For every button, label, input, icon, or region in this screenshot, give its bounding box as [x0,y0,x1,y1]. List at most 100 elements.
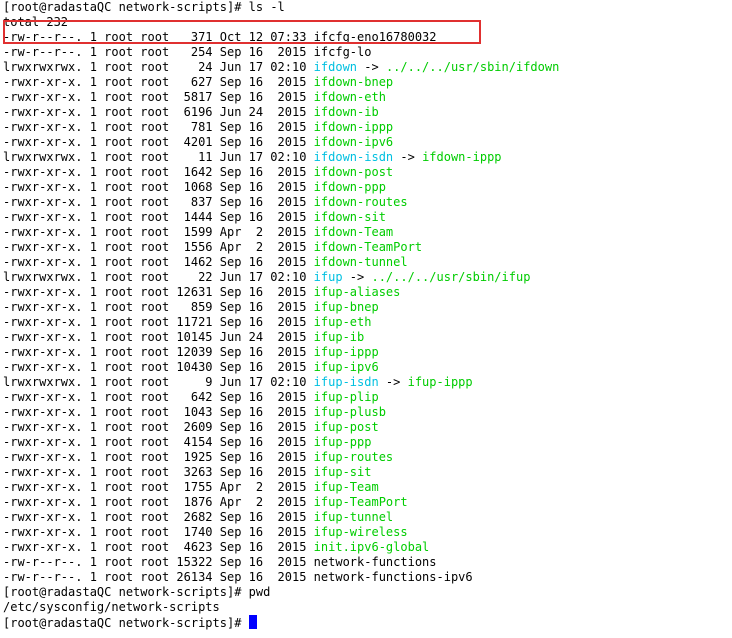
file-metadata: -rwxr-xr-x. 1 root root 1556 Apr 2 2015 [3,240,314,254]
list-item: -rwxr-xr-x. 1 root root 2682 Sep 16 2015… [3,510,732,525]
list-item: -rwxr-xr-x. 1 root root 5817 Sep 16 2015… [3,90,732,105]
file-name: ifup-ippp [313,345,379,359]
file-name: ifup-TeamPort [313,495,408,509]
file-metadata: lrwxrwxrwx. 1 root root 9 Jun 17 02:10 [3,375,314,389]
file-name: ifdown-ipv6 [313,135,394,149]
file-name: ifdown-post [313,165,394,179]
file-name: ifdown-ppp [313,180,386,194]
file-metadata: -rwxr-xr-x. 1 root root 781 Sep 16 2015 [3,120,314,134]
list-item: -rwxr-xr-x. 1 root root 1876 Apr 2 2015 … [3,495,732,510]
shell-prompt: [root@radastaQC network-scripts]# [3,585,249,599]
list-item: -rwxr-xr-x. 1 root root 1556 Apr 2 2015 … [3,240,732,255]
list-item: lrwxrwxrwx. 1 root root 9 Jun 17 02:10 i… [3,375,732,390]
file-metadata: -rwxr-xr-x. 1 root root 5817 Sep 16 2015 [3,90,314,104]
link-arrow: -> [342,270,372,284]
file-name: ifup-isdn [313,375,379,389]
file-metadata: -rwxr-xr-x. 1 root root 3263 Sep 16 2015 [3,465,314,479]
text-cursor[interactable] [248,615,257,629]
file-metadata: -rw-r--r--. 1 root root 371 Oct 12 07:33 [3,30,314,44]
file-metadata: -rwxr-xr-x. 1 root root 1068 Sep 16 2015 [3,180,314,194]
file-name: ifcfg-lo [313,45,372,59]
file-name: ifup-plip [313,390,379,404]
file-name: ifup [313,270,343,284]
file-metadata: -rwxr-xr-x. 1 root root 4154 Sep 16 2015 [3,435,314,449]
file-name: ifup-tunnel [313,510,394,524]
list-item: lrwxrwxrwx. 1 root root 22 Jun 17 02:10 … [3,270,732,285]
command-text: ls -l [248,0,285,14]
link-target: ifup-ippp [407,375,473,389]
file-metadata: -rwxr-xr-x. 1 root root 1444 Sep 16 2015 [3,210,314,224]
file-name: ifdown-eth [313,90,386,104]
file-metadata: -rwxr-xr-x. 1 root root 10145 Jun 24 201… [3,330,314,344]
file-metadata: -rwxr-xr-x. 1 root root 1462 Sep 16 2015 [3,255,314,269]
list-item: -rwxr-xr-x. 1 root root 1444 Sep 16 2015… [3,210,732,225]
file-name: ifcfg-eno16780032 [313,30,437,44]
file-metadata: -rwxr-xr-x. 1 root root 4623 Sep 16 2015 [3,540,314,554]
file-name: ifup-ppp [313,435,372,449]
file-name: ifup-routes [313,450,394,464]
prompt-line-ls: [root@radastaQC network-scripts]# ls -l [3,0,732,15]
list-item: -rwxr-xr-x. 1 root root 12631 Sep 16 201… [3,285,732,300]
file-name: ifdown-ib [313,105,379,119]
file-metadata: -rwxr-xr-x. 1 root root 837 Sep 16 2015 [3,195,314,209]
file-metadata: -rwxr-xr-x. 1 root root 12039 Sep 16 201… [3,345,314,359]
list-item: -rw-r--r--. 1 root root 254 Sep 16 2015 … [3,45,732,60]
list-item: -rw-r--r--. 1 root root 15322 Sep 16 201… [3,555,732,570]
file-name: network-functions [313,555,437,569]
file-name: ifup-Team [313,480,379,494]
file-metadata: -rwxr-xr-x. 1 root root 1642 Sep 16 2015 [3,165,314,179]
link-arrow: -> [357,60,386,74]
link-arrow: -> [378,375,408,389]
file-metadata: -rwxr-xr-x. 1 root root 4201 Sep 16 2015 [3,135,314,149]
total-line: total 232 [3,15,69,29]
list-item: -rwxr-xr-x. 1 root root 859 Sep 16 2015 … [3,300,732,315]
list-item: -rwxr-xr-x. 1 root root 4201 Sep 16 2015… [3,135,732,150]
file-name: network-functions-ipv6 [313,570,473,584]
link-target: ../../../usr/sbin/ifdown [385,60,560,74]
list-item: -rwxr-xr-x. 1 root root 627 Sep 16 2015 … [3,75,732,90]
list-item: -rwxr-xr-x. 1 root root 2609 Sep 16 2015… [3,420,732,435]
list-item: lrwxrwxrwx. 1 root root 11 Jun 17 02:10 … [3,150,732,165]
file-name: ifdown-routes [313,195,408,209]
file-name: ifup-bnep [313,300,379,314]
list-item: -rwxr-xr-x. 1 root root 642 Sep 16 2015 … [3,390,732,405]
file-metadata: -rw-r--r--. 1 root root 26134 Sep 16 201… [3,570,314,584]
file-metadata: -rwxr-xr-x. 1 root root 12631 Sep 16 201… [3,285,314,299]
list-item: -rwxr-xr-x. 1 root root 10145 Jun 24 201… [3,330,732,345]
link-target: ifdown-ippp [422,150,502,164]
file-name: ifdown-TeamPort [313,240,423,254]
list-item: -rwxr-xr-x. 1 root root 837 Sep 16 2015 … [3,195,732,210]
shell-prompt: [root@radastaQC network-scripts]# [3,0,249,14]
file-metadata: lrwxrwxrwx. 1 root root 11 Jun 17 02:10 [3,150,314,164]
file-name: ifdown-ippp [313,120,394,134]
file-name: ifup-wireless [313,525,408,539]
file-name: ifdown-isdn [313,150,394,164]
prompt-line-pwd: [root@radastaQC network-scripts]# pwd [3,585,732,600]
file-name: ifdown-sit [313,210,386,224]
terminal-output: [root@radastaQC network-scripts]# ls -l … [3,0,732,630]
terminal-window[interactable]: [root@radastaQC network-scripts]# ls -l … [0,0,732,638]
file-metadata: -rw-r--r--. 1 root root 254 Sep 16 2015 [3,45,314,59]
file-name: ifdown [313,60,358,74]
prompt-line-current[interactable]: [root@radastaQC network-scripts]# [3,615,732,630]
file-metadata: -rwxr-xr-x. 1 root root 1876 Apr 2 2015 [3,495,314,509]
list-item: -rwxr-xr-x. 1 root root 1642 Sep 16 2015… [3,165,732,180]
list-item: -rwxr-xr-x. 1 root root 6196 Jun 24 2015… [3,105,732,120]
list-item: lrwxrwxrwx. 1 root root 24 Jun 17 02:10 … [3,60,732,75]
file-metadata: -rwxr-xr-x. 1 root root 1043 Sep 16 2015 [3,405,314,419]
file-metadata: -rwxr-xr-x. 1 root root 627 Sep 16 2015 [3,75,314,89]
file-metadata: -rwxr-xr-x. 1 root root 2609 Sep 16 2015 [3,420,314,434]
file-metadata: -rwxr-xr-x. 1 root root 642 Sep 16 2015 [3,390,314,404]
command-text: pwd [248,585,271,599]
file-metadata: -rwxr-xr-x. 1 root root 10430 Sep 16 201… [3,360,314,374]
list-item: -rw-r--r--. 1 root root 371 Oct 12 07:33… [3,30,732,45]
file-metadata: -rwxr-xr-x. 1 root root 1925 Sep 16 2015 [3,450,314,464]
file-name: ifdown-Team [313,225,394,239]
list-item: -rwxr-xr-x. 1 root root 1599 Apr 2 2015 … [3,225,732,240]
file-metadata: -rwxr-xr-x. 1 root root 1755 Apr 2 2015 [3,480,314,494]
list-item: -rwxr-xr-x. 1 root root 10430 Sep 16 201… [3,360,732,375]
link-arrow: -> [393,150,423,164]
file-name: ifup-post [313,420,379,434]
list-item: -rwxr-xr-x. 1 root root 11721 Sep 16 201… [3,315,732,330]
file-name: ifdown-bnep [313,75,394,89]
